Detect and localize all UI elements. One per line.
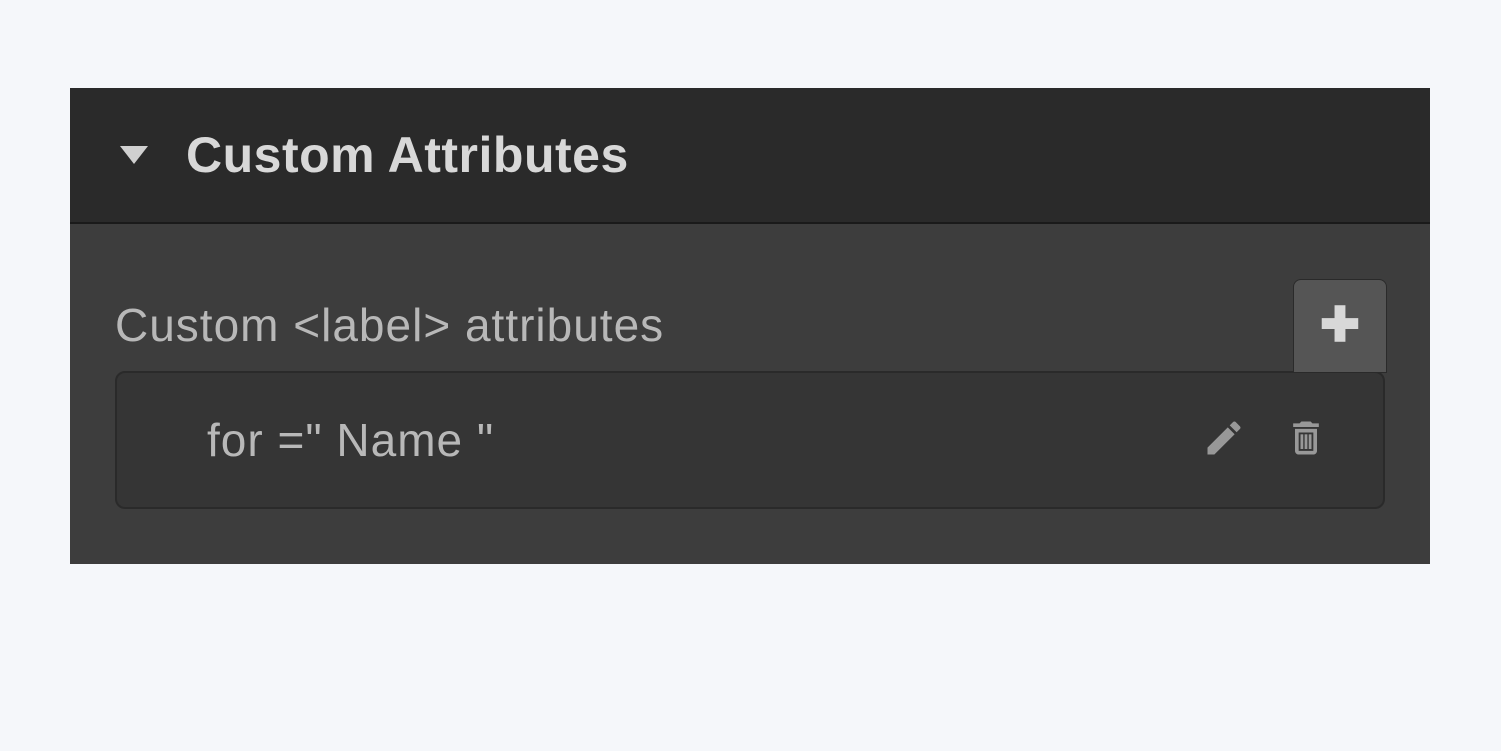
- body-label: Custom <label> attributes: [115, 298, 664, 352]
- attribute-row: for =" Name ": [115, 371, 1385, 509]
- custom-attributes-panel: Custom Attributes Custom <label> attribu…: [70, 88, 1430, 564]
- plus-icon: ✚: [1320, 302, 1360, 350]
- caret-down-icon: [120, 146, 148, 164]
- panel-header[interactable]: Custom Attributes: [70, 88, 1430, 224]
- trash-icon[interactable]: [1284, 416, 1328, 465]
- attribute-actions: [1202, 416, 1328, 465]
- body-header: Custom <label> attributes ✚: [115, 279, 1385, 371]
- add-attribute-button[interactable]: ✚: [1293, 279, 1387, 373]
- attribute-text: for =" Name ": [207, 413, 494, 467]
- pencil-icon[interactable]: [1202, 416, 1246, 465]
- panel-title: Custom Attributes: [186, 126, 629, 184]
- panel-body: Custom <label> attributes ✚ for =" Name …: [70, 224, 1430, 564]
